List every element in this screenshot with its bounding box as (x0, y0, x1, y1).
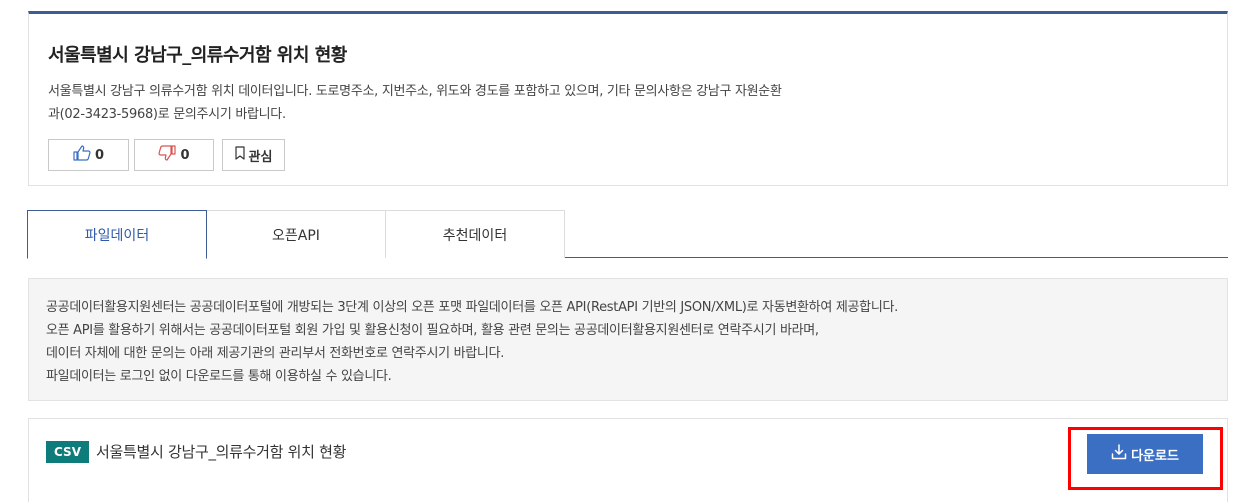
download-label: 다운로드 (1131, 448, 1179, 464)
thumbs-up-icon (73, 145, 95, 165)
dislike-button[interactable]: 0 (134, 139, 214, 171)
notice-line: 파일데이터는 로그인 없이 다운로드를 통해 이용하실 수 있습니다. (46, 369, 392, 384)
tab-open-api[interactable]: 오픈API (206, 210, 386, 258)
favorite-button[interactable]: 관심 (222, 139, 285, 171)
dataset-description: 서울특별시 강남구 의류수거함 위치 데이터입니다. 도로명주소, 지번주소, … (48, 80, 948, 126)
like-count: 0 (94, 147, 105, 163)
tab-file-data[interactable]: 파일데이터 (27, 210, 207, 259)
download-button[interactable]: 다운로드 (1087, 434, 1203, 474)
notice-line: 공공데이터활용지원센터는 공공데이터포털에 개방되는 3단계 이상의 오픈 포맷… (46, 300, 898, 315)
description-line: 과(02-3423-5968)로 문의주시기 바랍니다. (48, 107, 286, 122)
file-name: 서울특별시 강남구_의류수거함 위치 현황 (96, 443, 347, 461)
notice-box: 공공데이터활용지원센터는 공공데이터포털에 개방되는 3단계 이상의 오픈 포맷… (28, 278, 1228, 401)
tab-bar: 파일데이터 오픈API 추천데이터 (27, 210, 1228, 259)
bookmark-icon (234, 146, 249, 164)
dislike-count: 0 (180, 147, 190, 163)
notice-line: 데이터 자체에 대한 문의는 아래 제공기관의 관리부서 전화번호로 연락주시기… (46, 346, 505, 361)
favorite-label: 관심 (248, 149, 273, 165)
format-badge: CSV (46, 441, 89, 463)
like-button[interactable]: 0 (48, 139, 129, 171)
file-row: CSV 서울특별시 강남구_의류수거함 위치 현황 (28, 418, 1228, 502)
description-line: 서울특별시 강남구 의류수거함 위치 데이터입니다. 도로명주소, 지번주소, … (48, 84, 782, 99)
tab-recommended-data[interactable]: 추천데이터 (385, 210, 565, 258)
page-title: 서울특별시 강남구_의류수거함 위치 현황 (48, 45, 347, 66)
download-icon (1111, 444, 1131, 464)
thumbs-down-icon (158, 145, 180, 165)
notice-line: 오픈 API를 활용하기 위해서는 공공데이터포털 회원 가입 및 활용신청이 … (46, 323, 819, 338)
action-buttons: 0 0 관심 (48, 139, 285, 171)
dataset-header: 서울특별시 강남구_의류수거함 위치 현황 서울특별시 강남구 의류수거함 위치… (28, 11, 1228, 186)
